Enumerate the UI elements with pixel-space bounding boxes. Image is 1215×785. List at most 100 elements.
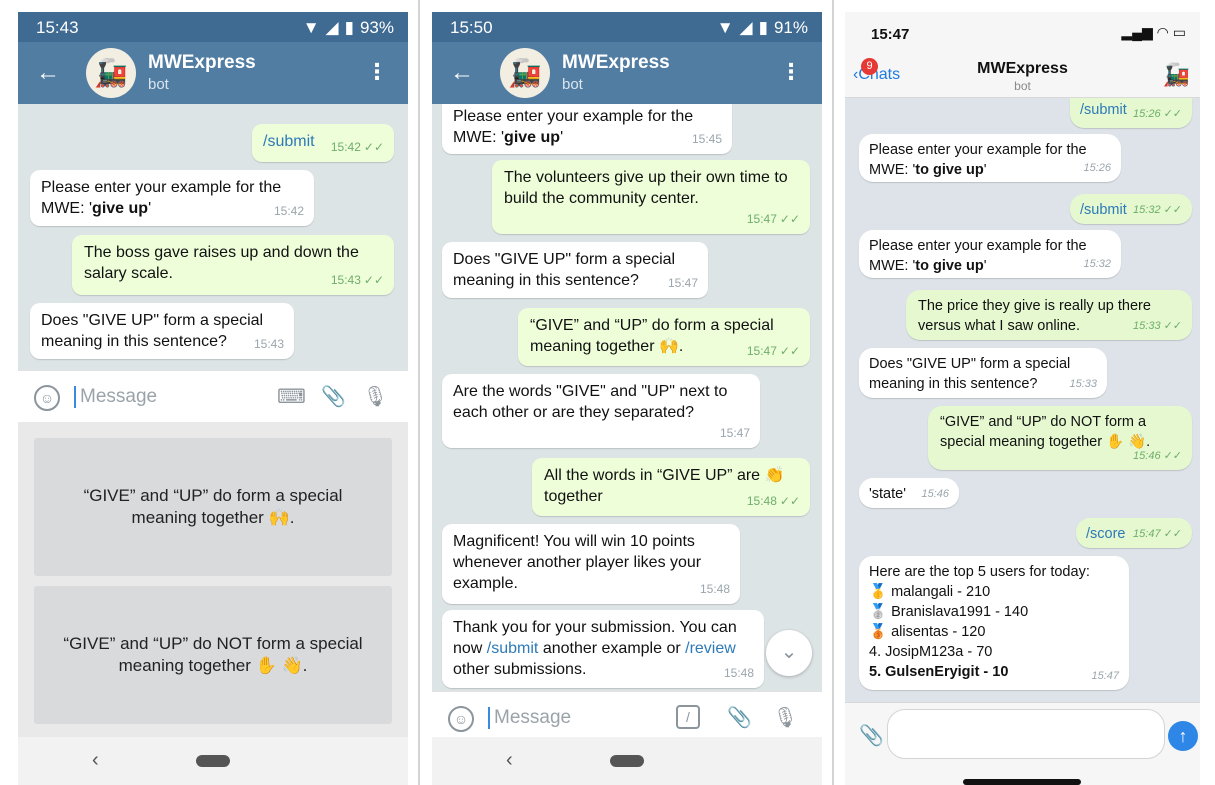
emoji-icon[interactable]: ☺ bbox=[448, 706, 474, 732]
message-incoming: Are the words "GIVE" and "UP" next to ea… bbox=[442, 374, 760, 448]
chat-header: ‹Chats 9 MWExpress bot 🚂 bbox=[845, 52, 1200, 98]
message-text: Please enter your example for the MWE: '… bbox=[869, 142, 1087, 178]
status-bar: 15:43 ▼ ◢ ▮ 93% bbox=[18, 12, 408, 42]
chat-title: MWExpress bbox=[977, 60, 1068, 77]
message-time: 15:46 bbox=[921, 488, 949, 500]
microphone-icon[interactable]: 🎙 bbox=[773, 705, 798, 730]
message-text: Are the words "GIVE" and "UP" next to ea… bbox=[453, 383, 728, 421]
message-time: 15:45 bbox=[691, 132, 722, 146]
chat-title: MWExpress bbox=[562, 52, 670, 73]
battery-icon: ▮ bbox=[758, 18, 768, 37]
status-bar: 15:47 ▂▄▆ ◠ ▭ bbox=[845, 12, 1200, 52]
attach-icon[interactable]: 📎 bbox=[321, 384, 346, 409]
panel-divider bbox=[418, 0, 420, 785]
message-text: Thank you for your submission. You can n… bbox=[453, 619, 737, 678]
android-nav-bar: ‹ bbox=[432, 737, 822, 785]
message-input[interactable]: Message bbox=[74, 386, 157, 408]
screenshot-stage: 15:43 ▼ ◢ ▮ 93% ← 🚂 MWExpress bot ⋮ /sub… bbox=[0, 0, 1215, 785]
signal-icon: ◢ bbox=[739, 18, 753, 37]
android-nav-bar: ‹ bbox=[18, 737, 408, 785]
message-text[interactable]: /score bbox=[1086, 526, 1126, 542]
leaderboard-row: 5. GulsenEryigit - 10 bbox=[869, 664, 1009, 680]
status-time: 15:50 bbox=[450, 18, 493, 37]
reply-button-label: “GIVE” and “UP” do form a special meanin… bbox=[83, 486, 343, 527]
message-incoming-leaderboard: Here are the top 5 users for today: 🥇 ma… bbox=[859, 556, 1129, 690]
battery-percent: 93% bbox=[359, 18, 394, 37]
nav-home-pill[interactable] bbox=[610, 755, 644, 767]
submit-link[interactable]: /submit bbox=[487, 640, 539, 657]
message-text: The price they give is really up there v… bbox=[918, 298, 1151, 334]
keyboard-icon[interactable]: ⌨ bbox=[277, 384, 306, 409]
bot-avatar[interactable]: 🚂 bbox=[1163, 62, 1190, 88]
attach-icon[interactable]: 📎 bbox=[727, 705, 752, 730]
message-outgoing: /score 15:47 ✓✓ bbox=[1076, 518, 1192, 548]
message-text[interactable]: /submit bbox=[1080, 202, 1127, 218]
message-incoming: Please enter your example for the MWE: '… bbox=[442, 104, 732, 154]
chat-header: ← 🚂 MWExpress bot ⋮ bbox=[432, 42, 822, 104]
wifi-icon: ▼ bbox=[716, 18, 734, 37]
bot-command-icon[interactable]: / bbox=[676, 705, 700, 729]
leaderboard-row: 🥈 Branislava1991 - 140 bbox=[869, 604, 1029, 620]
chat-subtitle: bot bbox=[562, 76, 583, 93]
wifi-icon: ◠ bbox=[1156, 24, 1169, 40]
reply-button-do-form[interactable]: “GIVE” and “UP” do form a special meanin… bbox=[34, 438, 392, 576]
double-check-icon: ✓✓ bbox=[363, 273, 384, 287]
message-incoming: Does "GIVE UP" form a special meaning in… bbox=[859, 348, 1107, 398]
send-arrow-icon[interactable]: ↑ bbox=[1168, 721, 1198, 751]
home-indicator[interactable] bbox=[963, 779, 1081, 785]
message-incoming: Magnificent! You will win 10 points when… bbox=[442, 524, 740, 604]
emoji-icon[interactable]: ☺ bbox=[34, 385, 60, 411]
message-time: 15:47 ✓✓ bbox=[746, 344, 800, 358]
bronze-medal-icon: 🥉 bbox=[869, 624, 888, 640]
double-check-icon: ✓✓ bbox=[1163, 320, 1182, 332]
message-time: 15:47 ✓✓ bbox=[1133, 528, 1182, 540]
nav-home-pill[interactable] bbox=[196, 755, 230, 767]
microphone-icon[interactable]: 🎙 bbox=[363, 384, 388, 409]
message-outgoing: The price they give is really up there v… bbox=[906, 290, 1192, 340]
nav-back-icon[interactable]: ‹ bbox=[506, 749, 513, 772]
attach-icon[interactable]: 📎 bbox=[859, 723, 884, 748]
message-time: 15:42 bbox=[273, 204, 304, 218]
message-incoming: Please enter your example for the MWE: '… bbox=[859, 230, 1121, 278]
message-text[interactable]: /submit bbox=[263, 133, 315, 150]
nav-back-icon[interactable]: ‹ bbox=[92, 749, 99, 772]
more-menu-icon[interactable]: ⋮ bbox=[366, 59, 388, 85]
review-link[interactable]: /review bbox=[685, 640, 736, 657]
message-text: Magnificent! You will win 10 points when… bbox=[453, 533, 702, 592]
reply-button-label: “GIVE” and “UP” do NOT form a special me… bbox=[63, 634, 363, 675]
double-check-icon: ✓✓ bbox=[1163, 450, 1182, 462]
leaderboard-row: 🥇 malangali - 210 bbox=[869, 584, 991, 600]
message-text[interactable]: /submit bbox=[1080, 102, 1127, 118]
message-outgoing: All the words in “GIVE UP” are 👏 togethe… bbox=[532, 458, 810, 516]
status-icons: ▼ ◢ ▮ 93% bbox=[303, 18, 394, 38]
leaderboard-row: 🥉 alisentas - 120 bbox=[869, 624, 986, 640]
double-check-icon: ✓✓ bbox=[1163, 528, 1182, 540]
bot-reply-keyboard: “GIVE” and “UP” do form a special meanin… bbox=[18, 422, 408, 737]
message-outgoing: The volunteers give up their own time to… bbox=[492, 160, 810, 234]
message-input-bar: 📎 ↑ bbox=[845, 702, 1200, 785]
scroll-down-icon[interactable]: ⌄ bbox=[766, 630, 812, 676]
chat-title: MWExpress bbox=[148, 52, 256, 73]
back-arrow-icon[interactable]: ← bbox=[450, 59, 474, 87]
phone-android-2: 15:50 ▼ ◢ ▮ 91% ← 🚂 MWExpress bot ⋮ Plea… bbox=[432, 12, 822, 785]
message-text: Does "GIVE UP" form a special meaning in… bbox=[869, 356, 1071, 392]
wifi-icon: ▼ bbox=[302, 18, 320, 37]
message-text: Does "GIVE UP" form a special meaning in… bbox=[41, 312, 264, 350]
signal-icon: ▂▄▆ bbox=[1121, 24, 1153, 40]
bot-avatar[interactable]: 🚂 bbox=[86, 48, 136, 98]
message-text: The boss gave raises up and down the sal… bbox=[84, 244, 359, 282]
reply-button-do-not-form[interactable]: “GIVE” and “UP” do NOT form a special me… bbox=[34, 586, 392, 724]
bot-avatar[interactable]: 🚂 bbox=[500, 48, 550, 98]
more-menu-icon[interactable]: ⋮ bbox=[780, 59, 802, 85]
message-time: 15:47 ✓✓ bbox=[746, 212, 800, 226]
message-input[interactable] bbox=[887, 709, 1165, 759]
message-text: 'state' bbox=[869, 486, 906, 502]
message-time: 15:47 bbox=[1091, 670, 1119, 682]
message-time: 15:33 bbox=[1069, 378, 1097, 390]
phone-android-1: 15:43 ▼ ◢ ▮ 93% ← 🚂 MWExpress bot ⋮ /sub… bbox=[18, 12, 408, 785]
message-time: 15:48 ✓✓ bbox=[746, 494, 800, 508]
status-bar: 15:50 ▼ ◢ ▮ 91% bbox=[432, 12, 822, 42]
message-time: 15:47 bbox=[719, 426, 750, 440]
back-arrow-icon[interactable]: ← bbox=[36, 59, 60, 87]
message-input[interactable]: Message bbox=[488, 707, 571, 729]
